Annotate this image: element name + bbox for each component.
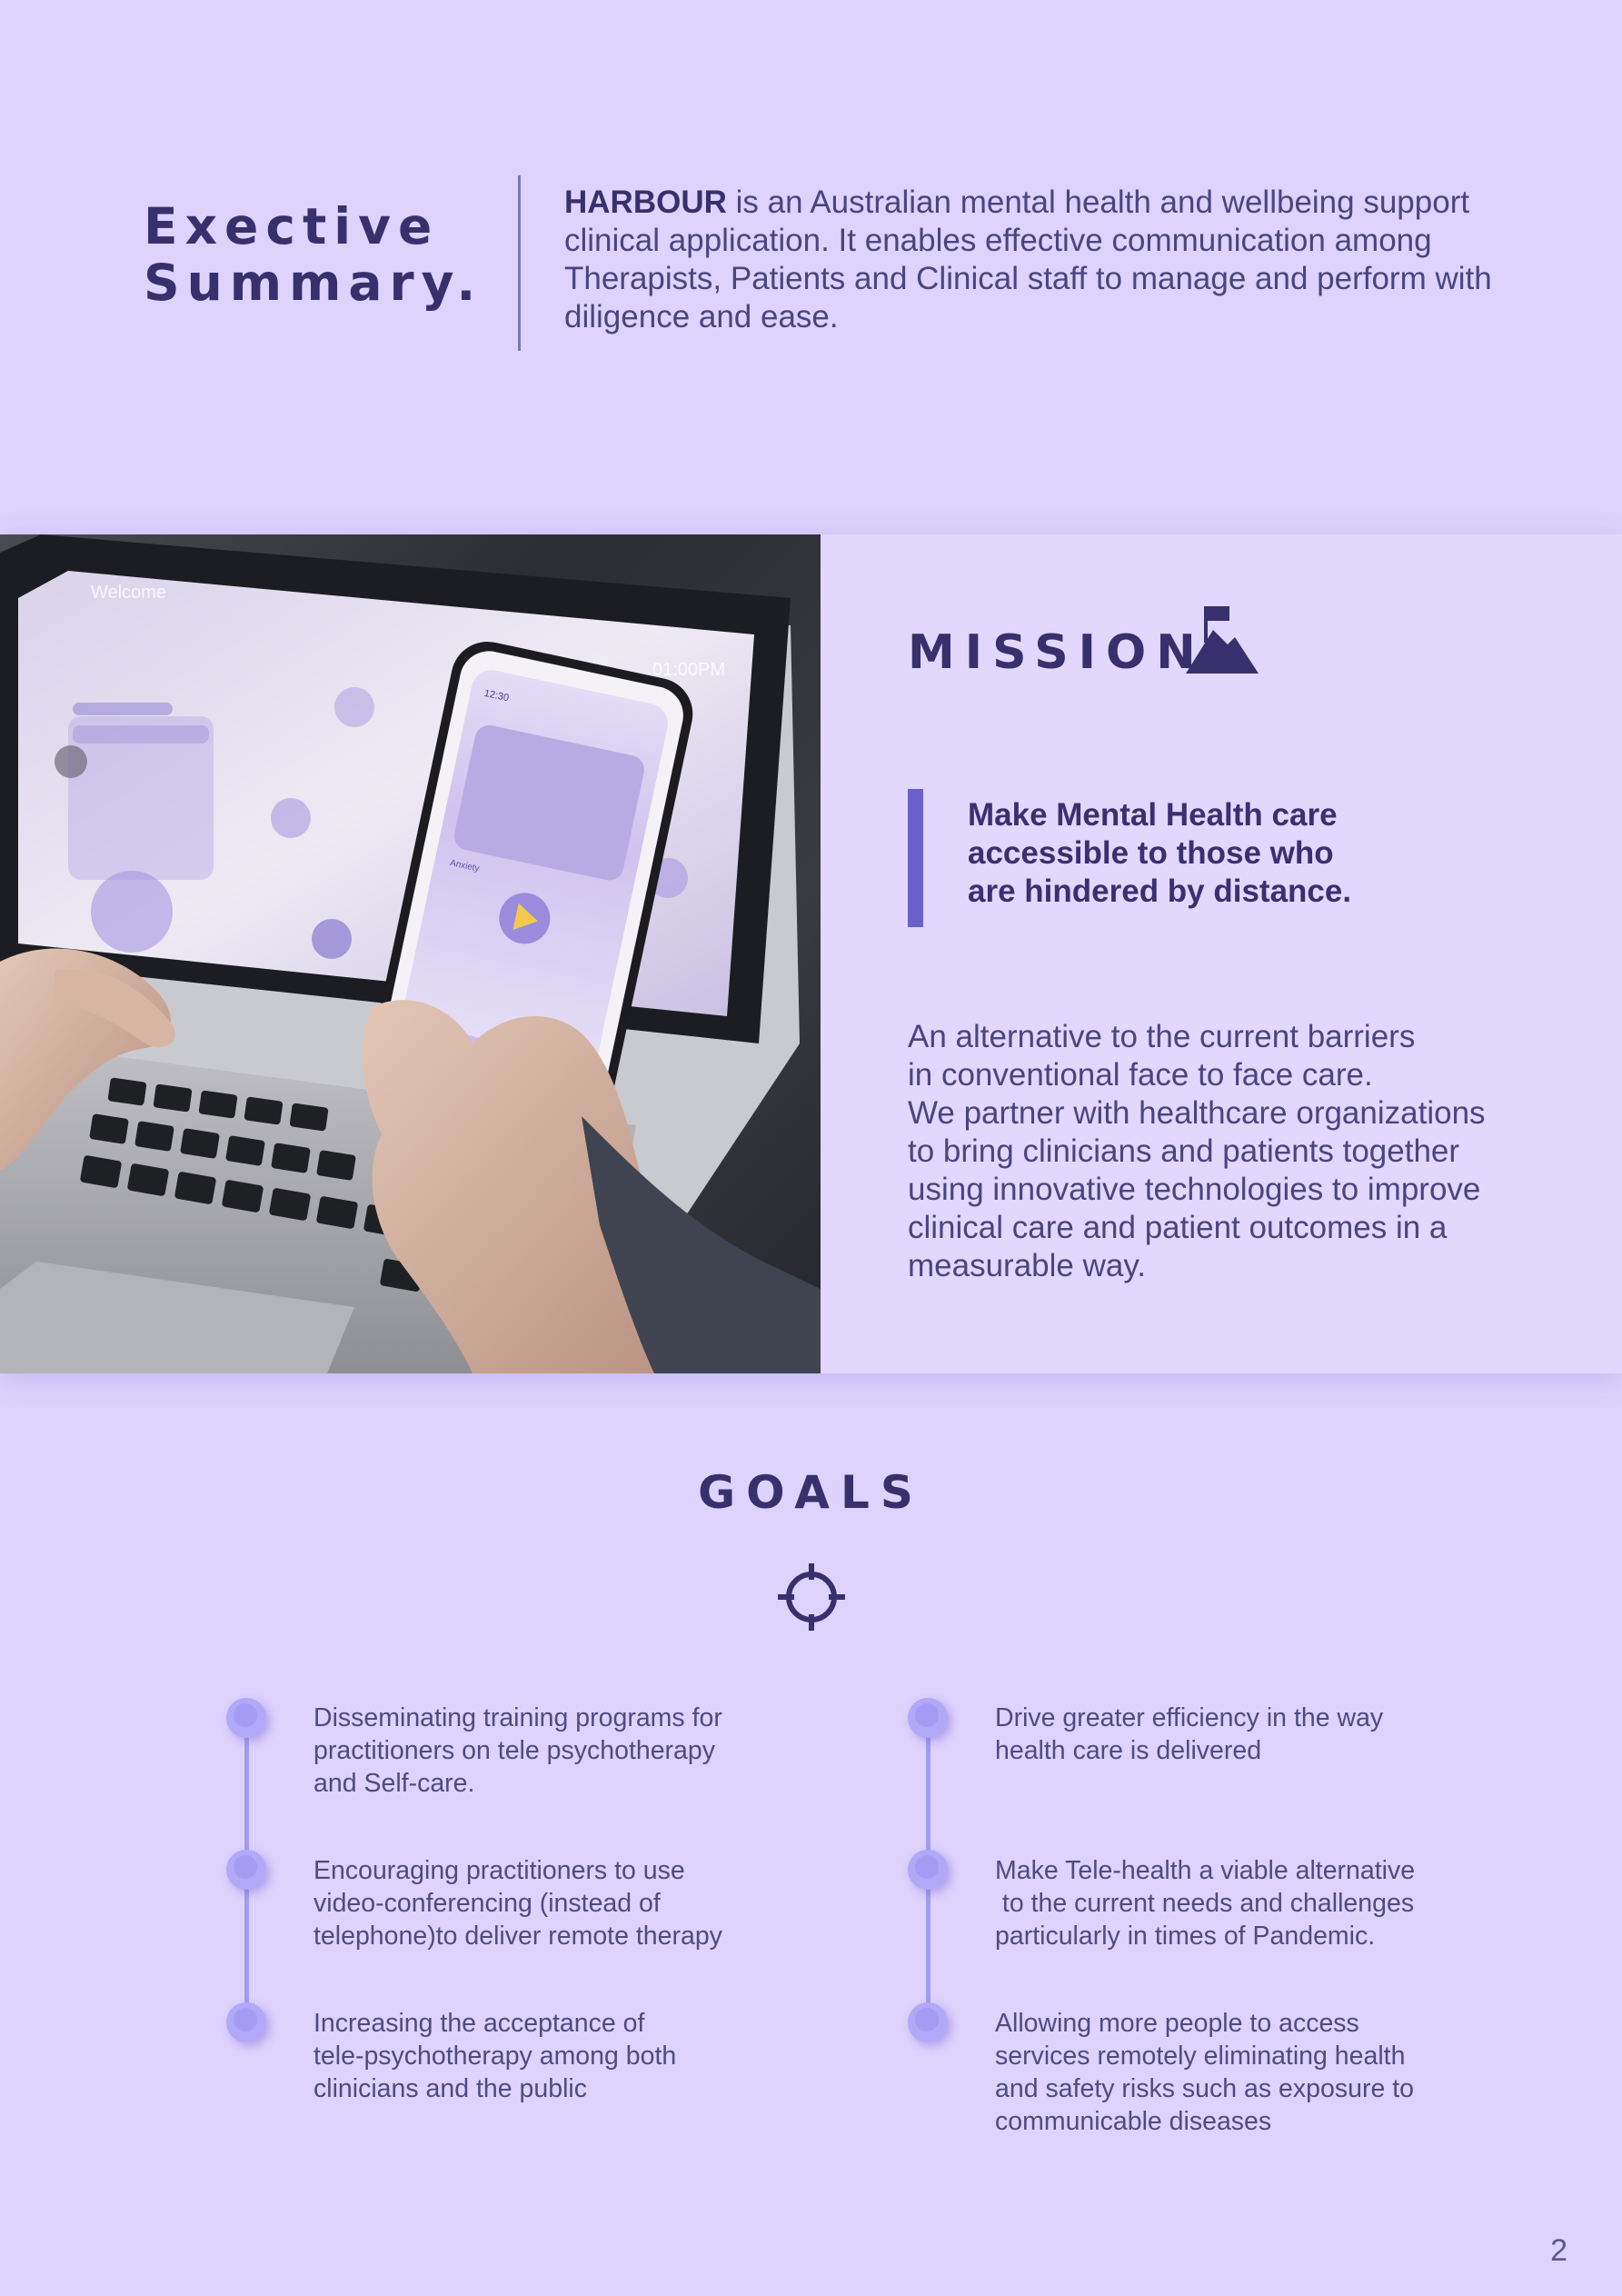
goal-item-left-3: Increasing the acceptance of tele-psycho… (313, 2007, 786, 2105)
goal-line: particularly in times of Pandemic. (995, 1922, 1376, 1951)
executive-summary-text: HARBOUR is an Australian mental health a… (564, 184, 1546, 336)
mission-body-line: An alternative to the current barriers (908, 1019, 1416, 1054)
quote-accent-bar (908, 789, 923, 927)
goal-line: communicable diseases (995, 2107, 1272, 2136)
goal-line: Disseminating training programs for (313, 1703, 722, 1732)
executive-summary-title-line1: Exective (144, 197, 440, 255)
goal-line: Allowing more people to access (995, 2009, 1359, 2038)
laptop-phone-photo: Welcome 01:00PM 12:30 Anxiety (0, 534, 821, 1373)
mission-title: MISSION (908, 625, 1206, 680)
timeline-dot (908, 1698, 948, 1738)
timeline-dot (908, 2002, 948, 2042)
timeline-dot (226, 1698, 266, 1738)
laptop-time: 01:00PM (652, 660, 725, 680)
mission-body-line: to bring clinicians and patients togethe… (908, 1133, 1460, 1169)
goal-line: Increasing the acceptance of (313, 2009, 645, 2038)
mission-body-line: in conventional face to face care. (908, 1057, 1373, 1093)
timeline-dot (226, 1850, 266, 1890)
goal-line: Drive greater efficiency in the way (995, 1703, 1384, 1732)
mission-body-line: clinical care and patient outcomes in a (908, 1210, 1448, 1245)
goal-line: practitioners on tele psychotherapy (313, 1736, 716, 1765)
goal-line: tele-psychotherapy among both (313, 2041, 677, 2071)
goal-line: telephone)to deliver remote therapy (313, 1922, 722, 1951)
page-number: 2 (1550, 2233, 1567, 2268)
section-divider (518, 175, 521, 351)
goal-item-left-1: Disseminating training programs for prac… (313, 1702, 786, 1800)
executive-summary-title: Exective Summary. (144, 198, 507, 311)
crosshair-target-icon (778, 1563, 845, 1631)
goal-line: and Self-care. (313, 1769, 475, 1798)
goal-line: and safety risks such as exposure to (995, 2074, 1414, 2103)
mission-body-line: measurable way. (908, 1248, 1146, 1283)
goal-line: Encouraging practitioners to use (313, 1856, 685, 1885)
mission-panel: MISSION Make Mental Health care accessib… (821, 534, 1622, 1373)
mission-quote: Make Mental Health care accessible to th… (968, 797, 1352, 909)
mission-body-line: We partner with healthcare organizations (908, 1095, 1486, 1131)
goal-item-right-1: Drive greater efficiency in the way heal… (995, 1702, 1468, 1767)
executive-summary-title-line2: Summary. (144, 254, 483, 312)
goal-item-left-2: Encouraging practitioners to use video-c… (313, 1854, 786, 1952)
laptop-greeting: Welcome (91, 583, 166, 603)
mission-section: Welcome 01:00PM 12:30 Anxiety MISSION Ma… (0, 534, 1622, 1373)
goal-line: services remotely eliminating health (995, 2041, 1406, 2071)
timeline-dot (908, 1850, 948, 1890)
photo-illustration: Welcome 01:00PM 12:30 Anxiety (0, 534, 821, 1373)
goal-line: health care is delivered (995, 1736, 1262, 1765)
goal-line: clinicians and the public (313, 2074, 588, 2103)
goal-line: Make Tele-health a viable alternative (995, 1856, 1416, 1885)
goal-line: video-conferencing (instead of (313, 1889, 661, 1918)
brand-name: HARBOUR (564, 185, 727, 220)
goal-item-right-2: Make Tele-health a viable alternative to… (995, 1854, 1468, 1952)
mountain-flag-icon (1186, 606, 1259, 674)
goal-line: to the current needs and challenges (995, 1889, 1415, 1918)
mission-body: An alternative to the current barriers i… (908, 1018, 1580, 1285)
mission-body-line: using innovative technologies to improve (908, 1172, 1481, 1207)
goal-item-right-3: Allowing more people to access services … (995, 2007, 1468, 2138)
timeline-dot (226, 2002, 266, 2042)
goals-title: GOALS (698, 1466, 924, 1519)
